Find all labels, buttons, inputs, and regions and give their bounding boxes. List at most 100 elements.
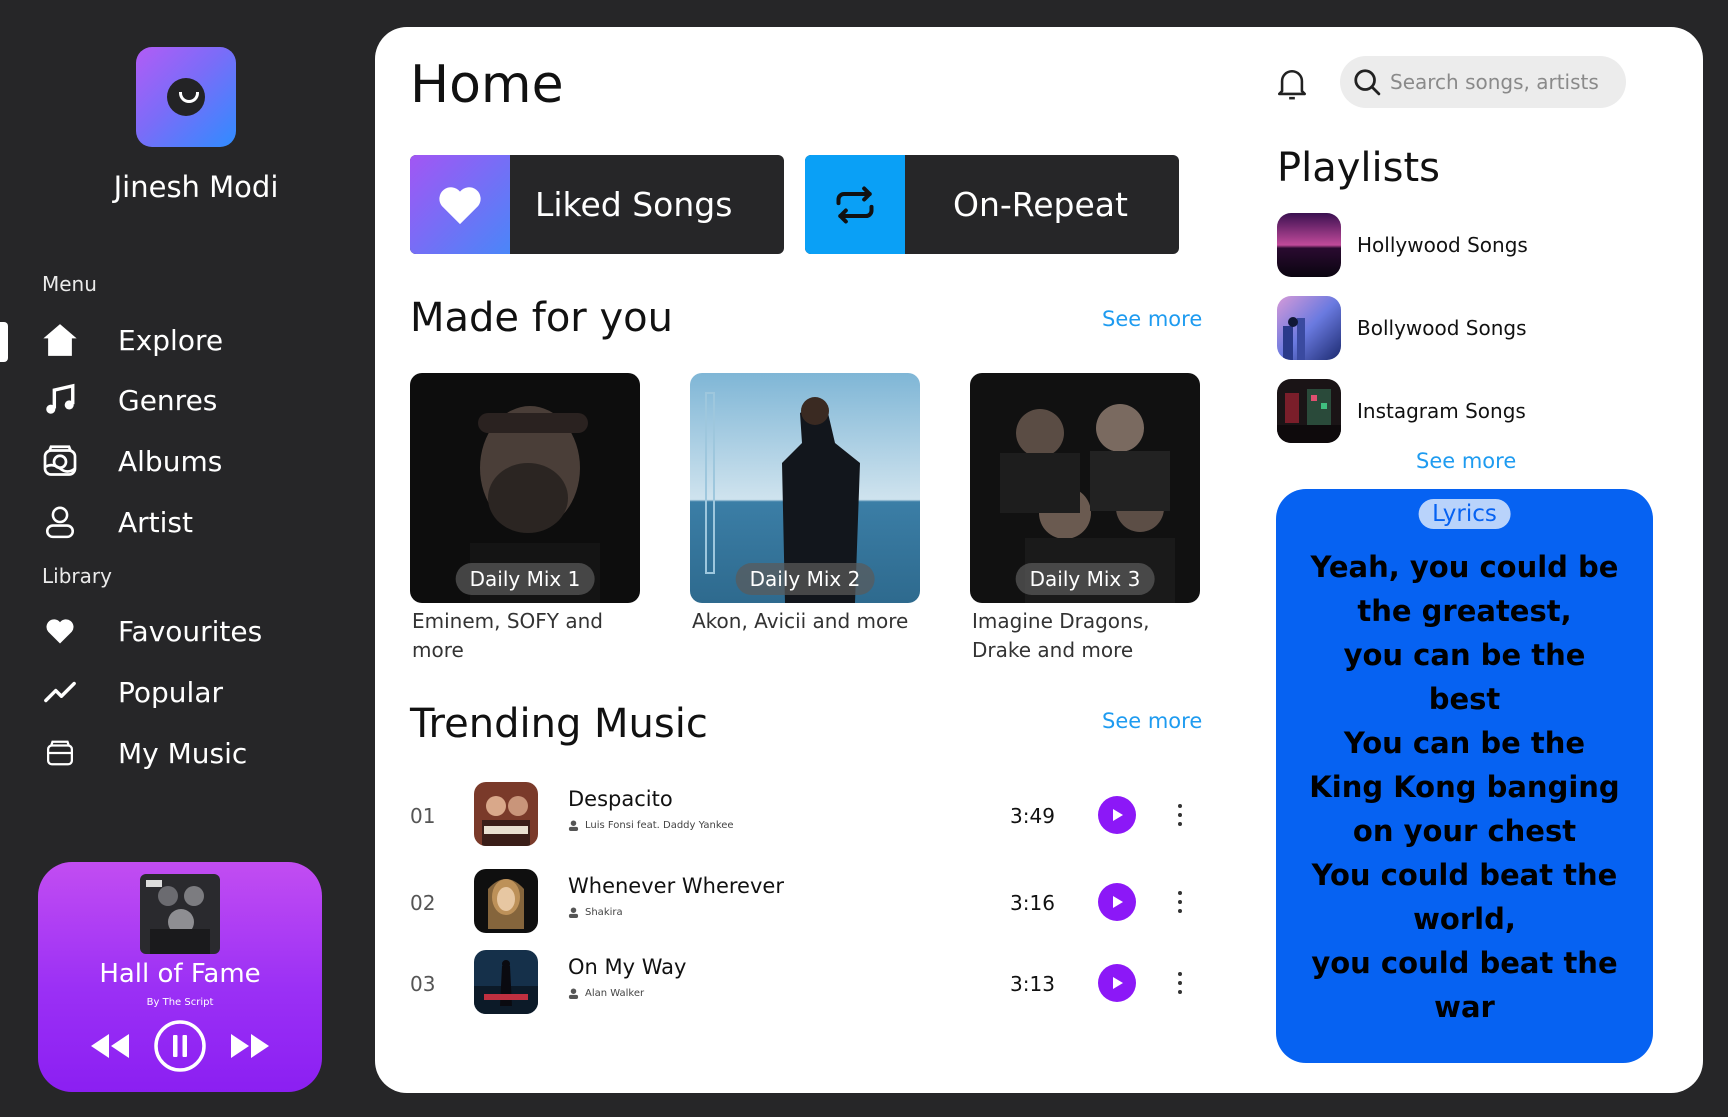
daily-mix-card[interactable]: Daily Mix 1 Eminem, SOFY and more <box>410 373 640 665</box>
player-controls <box>38 1020 322 1076</box>
track-cover <box>474 950 538 1014</box>
track-artist-name: Shakira <box>585 907 623 918</box>
album-icon <box>40 441 80 481</box>
library-section-label: Library <box>42 564 112 588</box>
search-icon <box>1354 69 1381 96</box>
more-options-icon[interactable] <box>1172 887 1188 917</box>
playlist-cover <box>1277 296 1341 360</box>
sidebar-item-label: Albums <box>118 444 223 478</box>
daily-mix-card[interactable]: Daily Mix 2 Akon, Avicii and more <box>690 373 920 636</box>
track-cover <box>474 782 538 846</box>
user-icon <box>568 988 579 999</box>
pause-button[interactable] <box>153 1019 207 1077</box>
play-button[interactable] <box>1098 964 1136 1002</box>
sidebar-item-label: Artist <box>118 505 193 539</box>
user-icon <box>568 907 579 918</box>
fast-forward-icon[interactable] <box>229 1032 271 1064</box>
playlist-name: Instagram Songs <box>1357 399 1526 423</box>
rewind-icon[interactable] <box>89 1032 131 1064</box>
daily-mix-cover: Daily Mix 2 <box>690 373 920 603</box>
sidebar-item-label: Popular <box>118 675 223 709</box>
trending-see-more-link[interactable]: See more <box>1102 709 1202 733</box>
avatar[interactable] <box>136 47 236 147</box>
play-icon <box>1113 896 1123 908</box>
daily-mix-description: Eminem, SOFY and more <box>412 609 603 662</box>
track-title: Whenever Wherever <box>568 874 784 898</box>
made-for-you-title: Made for you <box>410 295 673 341</box>
sidebar-item-popular[interactable]: Popular <box>40 670 223 714</box>
playlist-name: Bollywood Songs <box>1357 316 1527 340</box>
play-button[interactable] <box>1098 796 1136 834</box>
track-number: 03 <box>410 972 436 996</box>
heart-icon <box>410 155 510 254</box>
daily-mix-description: Akon, Avicii and more <box>692 609 909 633</box>
daily-mix-description: Imagine Dragons, Drake and more <box>972 609 1150 662</box>
trending-music-title: Trending Music <box>410 701 708 747</box>
music-note-icon <box>40 380 80 420</box>
track-duration: 3:13 <box>1010 972 1055 996</box>
page-title: Home <box>410 55 564 115</box>
main-panel: Home Liked Songs On-Repeat Made for you … <box>375 27 1703 1093</box>
now-playing-cover <box>140 874 220 954</box>
sidebar-item-explore[interactable]: Explore <box>40 318 223 362</box>
sidebar-item-label: Genres <box>118 383 218 417</box>
playlist-cover <box>1277 213 1341 277</box>
play-icon <box>1113 809 1123 821</box>
now-playing-title: Hall of Fame <box>99 959 261 989</box>
search-bar <box>1340 56 1626 108</box>
sidebar-item-favourites[interactable]: Favourites <box>40 609 262 653</box>
playlist-item[interactable]: Instagram Songs <box>1277 379 1526 443</box>
track-number: 01 <box>410 804 436 828</box>
table-row[interactable]: 02 Whenever Wherever Shakira 3:16 <box>410 869 1200 935</box>
menu-section-label: Menu <box>42 272 97 296</box>
sidebar-item-label: Explore <box>118 323 224 357</box>
track-title: On My Way <box>568 955 687 979</box>
track-cover <box>474 869 538 933</box>
lyrics-badge: Lyrics <box>1418 499 1511 529</box>
playlist-cover <box>1277 379 1341 443</box>
playlists-see-more-link[interactable]: See more <box>1416 449 1516 473</box>
liked-songs-button[interactable]: Liked Songs <box>410 155 784 254</box>
user-name: Jinesh Modi <box>113 170 279 204</box>
playlist-item[interactable]: Hollywood Songs <box>1277 213 1528 277</box>
repeat-icon <box>805 155 905 254</box>
more-options-icon[interactable] <box>1172 800 1188 830</box>
sidebar: Jinesh Modi Menu Explore Genres Albums A… <box>0 0 370 1117</box>
daily-mix-card[interactable]: Daily Mix 3 Imagine Dragons, Drake and m… <box>970 373 1200 665</box>
on-repeat-label: On-Repeat <box>953 185 1128 224</box>
user-icon <box>40 502 80 542</box>
sidebar-item-label: My Music <box>118 736 248 770</box>
more-options-icon[interactable] <box>1172 968 1188 998</box>
bell-icon[interactable] <box>1275 65 1309 103</box>
playlist-item[interactable]: Bollywood Songs <box>1277 296 1527 360</box>
on-repeat-button[interactable]: On-Repeat <box>805 155 1179 254</box>
sidebar-item-my-music[interactable]: My Music <box>40 731 247 775</box>
sidebar-item-genres[interactable]: Genres <box>40 378 217 422</box>
avatar-face-icon <box>167 78 205 116</box>
active-indicator <box>0 322 8 362</box>
track-duration: 3:16 <box>1010 891 1055 915</box>
daily-mix-label: Daily Mix 2 <box>735 563 875 595</box>
track-artist: Alan Walker <box>568 988 644 999</box>
now-playing-card: Hall of Fame By The Script <box>38 862 322 1092</box>
sidebar-item-albums[interactable]: Albums <box>40 439 222 483</box>
play-button[interactable] <box>1098 883 1136 921</box>
folder-icon <box>40 733 80 773</box>
track-artist-name: Luis Fonsi feat. Daddy Yankee <box>585 820 734 831</box>
search-input[interactable] <box>1390 70 1610 94</box>
table-row[interactable]: 03 On My Way Alan Walker 3:13 <box>410 950 1200 1016</box>
daily-mix-label: Daily Mix 3 <box>1015 563 1155 595</box>
daily-mix-cover: Daily Mix 1 <box>410 373 640 603</box>
sidebar-item-label: Favourites <box>118 614 263 648</box>
track-title: Despacito <box>568 787 673 811</box>
track-artist-name: Alan Walker <box>585 988 645 999</box>
playlists-title: Playlists <box>1277 145 1441 191</box>
lyrics-text: Yeah, you could be the greatest, you can… <box>1309 550 1620 1024</box>
heart-icon <box>40 611 80 651</box>
table-row[interactable]: 01 Despacito Luis Fonsi feat. Daddy Yank… <box>410 782 1200 848</box>
play-icon <box>1113 977 1123 989</box>
daily-mix-label: Daily Mix 1 <box>455 563 595 595</box>
made-for-you-see-more-link[interactable]: See more <box>1102 307 1202 331</box>
sidebar-item-artist[interactable]: Artist <box>40 500 193 544</box>
track-artist: Shakira <box>568 907 623 918</box>
